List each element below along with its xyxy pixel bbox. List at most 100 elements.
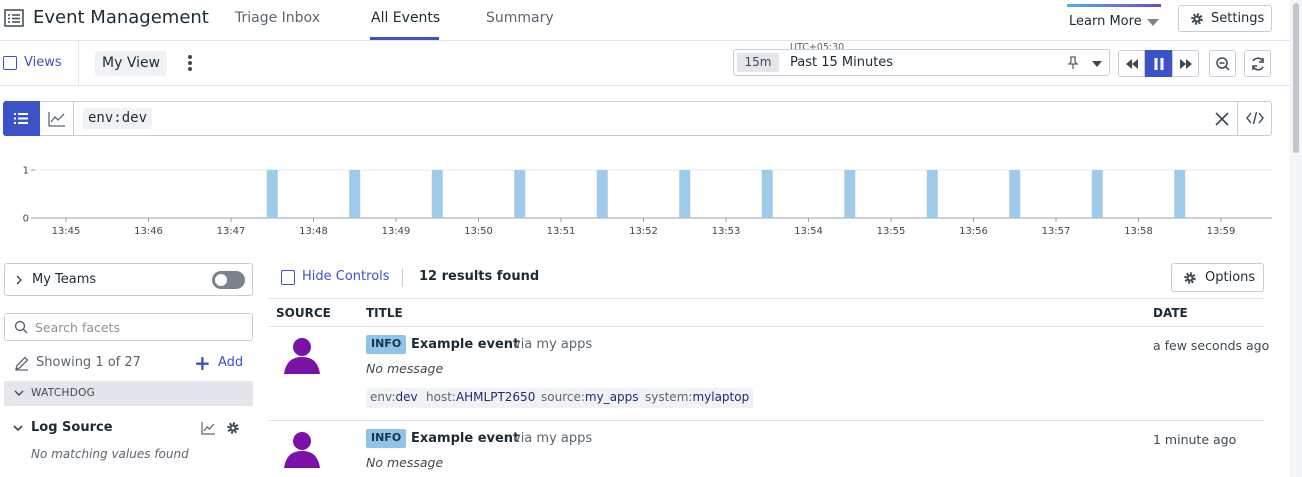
results-count: 12 results found — [419, 269, 540, 284]
close-icon[interactable] — [1214, 111, 1230, 127]
caret-down-icon — [1147, 19, 1159, 26]
histogram-x-tick-label: 13:46 — [134, 226, 163, 237]
zoom-out-icon — [1216, 57, 1230, 71]
my-teams-filter[interactable]: My Teams — [4, 263, 253, 296]
event-message: No message — [366, 455, 444, 470]
facet-count-label: Showing 1 of 27 — [36, 355, 141, 370]
histogram-bar[interactable] — [514, 170, 526, 218]
time-range-picker[interactable]: 15m Past 15 Minutes — [733, 49, 1110, 76]
my-teams-toggle[interactable] — [212, 271, 245, 289]
event-source-label: via my apps — [513, 337, 593, 352]
scrollbar-thumb[interactable] — [1293, 3, 1299, 153]
histogram-bar[interactable] — [349, 170, 361, 218]
refresh-button[interactable] — [1244, 50, 1271, 77]
event-list-icon — [4, 9, 24, 27]
column-date[interactable]: DATE — [1153, 306, 1188, 320]
user-avatar-icon — [284, 432, 320, 468]
facet-search-field[interactable] — [4, 313, 253, 341]
histogram-bar[interactable] — [596, 170, 608, 218]
settings-label: Settings — [1211, 11, 1265, 26]
histogram-bar[interactable] — [1174, 170, 1186, 218]
column-source[interactable]: SOURCE — [276, 306, 331, 320]
saved-view-selector[interactable]: My View — [95, 51, 167, 76]
event-tag[interactable]: source:my_apps — [537, 388, 643, 408]
status-badge: INFO — [366, 429, 407, 448]
histogram-x-tick-label: 13:53 — [712, 226, 741, 237]
status-badge: INFO — [366, 335, 407, 354]
options-button[interactable]: Options — [1171, 263, 1264, 292]
histogram-bar[interactable] — [1091, 170, 1103, 218]
tab-triage-inbox[interactable]: Triage Inbox — [235, 10, 320, 26]
fast-forward-button[interactable] — [1172, 50, 1199, 77]
hide-controls-label: Hide Controls — [302, 269, 390, 284]
event-date: 1 minute ago — [1153, 432, 1237, 447]
learn-more-dropdown[interactable]: Learn More — [1067, 4, 1161, 34]
pencil-icon[interactable] — [14, 356, 29, 371]
pin-icon[interactable] — [1067, 56, 1079, 70]
facet-group-watchdog[interactable]: WATCHDOG — [4, 381, 253, 406]
tab-summary[interactable]: Summary — [486, 10, 554, 26]
histogram-x-tick-label: 13:50 — [464, 226, 493, 237]
event-tag[interactable]: system:mylaptop — [641, 388, 754, 408]
event-title[interactable]: Example event — [411, 431, 519, 446]
table-row[interactable]: INFO Example event via my apps No messag… — [268, 327, 1269, 421]
fast-forward-icon — [1180, 59, 1192, 69]
histogram-bar[interactable] — [761, 170, 773, 218]
event-title[interactable]: Example event — [411, 337, 519, 352]
list-icon — [14, 113, 28, 124]
histogram-x-tick-label: 13:45 — [52, 226, 81, 237]
divider — [402, 269, 403, 287]
event-message: No message — [366, 361, 444, 376]
view-toolbar: Views My View UTC+05:30 15m Past 15 Minu… — [0, 41, 1290, 86]
search-bar[interactable]: env:dev — [3, 101, 1272, 136]
plus-icon: + — [194, 351, 211, 375]
list-view-toggle[interactable] — [3, 101, 40, 136]
code-icon — [1246, 111, 1264, 125]
more-options-icon[interactable] — [186, 54, 194, 72]
chevron-down-icon[interactable] — [13, 424, 23, 432]
tab-all-events[interactable]: All Events — [371, 10, 440, 26]
sidebar-toggle-icon — [3, 56, 17, 70]
facet-empty-message: No matching values found — [31, 447, 189, 461]
scrollbar[interactable] — [1290, 0, 1302, 477]
histogram-x-tick-label: 13:51 — [547, 226, 576, 237]
chevron-right-icon — [16, 275, 22, 285]
search-query-token[interactable]: env:dev — [83, 108, 153, 129]
histogram-bar[interactable] — [431, 170, 443, 218]
zoom-out-button[interactable] — [1209, 50, 1236, 77]
histogram-bar[interactable] — [926, 170, 938, 218]
settings-button[interactable]: Settings — [1178, 5, 1272, 32]
chart-view-toggle[interactable] — [40, 102, 74, 135]
event-histogram: 13:45 13:46 13:47 13:48 13:49 13:50 13:51 13:52… — [23, 166, 1272, 237]
rewind-button[interactable] — [1118, 50, 1145, 77]
histogram-y-tick-label: 0 — [23, 214, 29, 225]
query-syntax-button[interactable] — [1237, 102, 1272, 135]
gear-icon — [1184, 272, 1196, 284]
pause-icon — [1154, 58, 1164, 70]
saved-view-name: My View — [102, 55, 161, 71]
histogram-x-tick-label: 13:54 — [794, 226, 823, 237]
top-bar: Event Management Triage Inbox All Events… — [0, 0, 1290, 41]
user-avatar-icon — [284, 338, 320, 374]
event-tag[interactable]: env:dev — [366, 388, 422, 408]
facet-log-source[interactable]: Log Source — [31, 420, 113, 435]
histogram-bar[interactable] — [679, 170, 691, 218]
pause-button[interactable] — [1145, 50, 1172, 77]
line-chart-icon[interactable] — [201, 421, 216, 435]
chevron-down-icon — [14, 390, 24, 396]
gear-icon[interactable] — [226, 421, 240, 435]
learn-more-label: Learn More — [1069, 14, 1142, 29]
histogram-bar[interactable] — [844, 170, 856, 218]
histogram-bar[interactable] — [266, 170, 278, 218]
active-tab-indicator — [370, 37, 439, 40]
page-title: Event Management — [33, 7, 209, 28]
event-date: a few seconds ago — [1153, 338, 1270, 353]
facet-search-input[interactable] — [35, 318, 245, 336]
gear-icon — [1191, 13, 1203, 25]
histogram-bar[interactable] — [1009, 170, 1021, 218]
event-source-label: via my apps — [513, 431, 593, 446]
table-row[interactable]: INFO Example event via my apps No messag… — [268, 421, 1264, 477]
histogram-x-tick-label: 13:52 — [629, 226, 658, 237]
event-tag[interactable]: host:AHMLPT2650 — [422, 388, 540, 408]
column-title[interactable]: TITLE — [366, 306, 403, 320]
